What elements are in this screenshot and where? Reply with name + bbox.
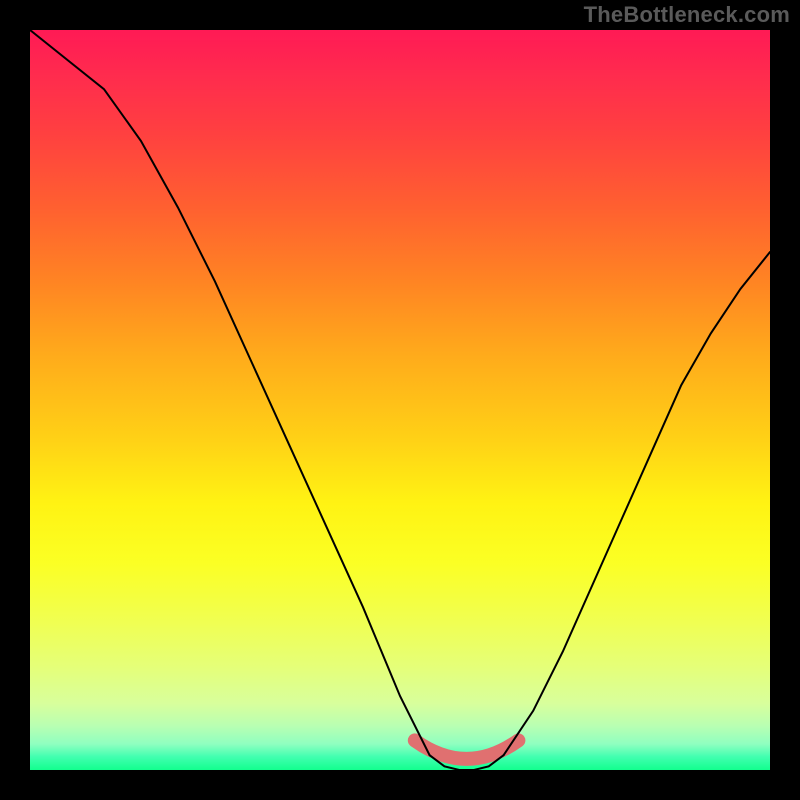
plot-area xyxy=(30,30,770,770)
chart-frame: TheBottleneck.com xyxy=(0,0,800,800)
curve-left xyxy=(30,30,430,755)
watermark-text: TheBottleneck.com xyxy=(584,2,790,28)
curve-svg xyxy=(30,30,770,770)
curve-right xyxy=(504,252,770,755)
